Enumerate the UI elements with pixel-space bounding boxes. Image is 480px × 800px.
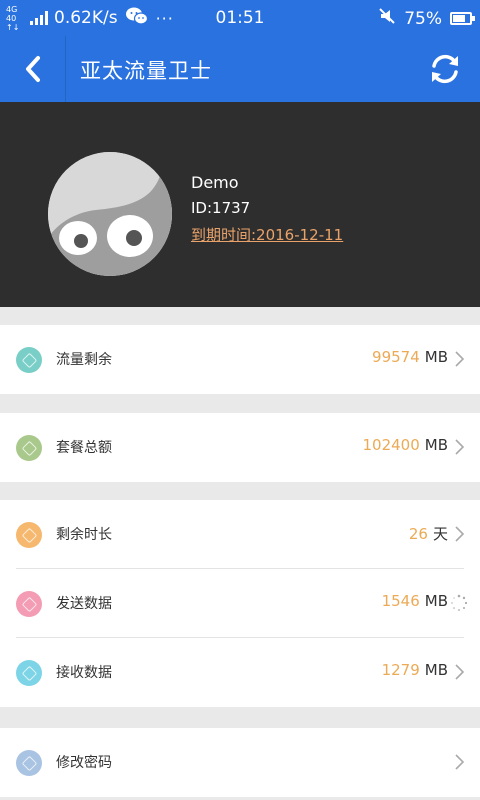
row-label: 接收数据 (56, 665, 112, 681)
card-remaining-traffic: 流量剩余 99574 MB (0, 325, 480, 394)
row-label: 剩余时长 (56, 527, 112, 543)
chevron-right-icon (455, 351, 465, 367)
row-label: 发送数据 (56, 596, 112, 612)
time-icon (16, 522, 42, 548)
refresh-icon (432, 54, 458, 84)
list-item[interactable]: 修改密码 (0, 728, 480, 797)
card-package-total: 套餐总额 102400 MB (0, 413, 480, 482)
expire-date-link[interactable]: 到期时间:2016-12-11 (191, 224, 343, 245)
status-bar: 4G 40 ↑↓ 0.62K/s ··· 01:51 75% (0, 0, 480, 36)
card-change-password: 修改密码 (0, 728, 480, 797)
chevron-left-icon (25, 56, 40, 82)
row-value: 26 天 (408, 525, 448, 543)
chevron-right-icon (455, 664, 465, 680)
battery-percent: 75% (404, 8, 442, 29)
app-header: 亚太流量卫士 (0, 36, 480, 102)
avatar[interactable] (48, 152, 172, 276)
traffic-icon (16, 347, 42, 373)
user-name: Demo (191, 173, 239, 192)
mute-icon (378, 7, 396, 30)
row-label: 套餐总额 (56, 440, 112, 456)
page-title: 亚太流量卫士 (80, 59, 212, 83)
row-label: 流量剩余 (56, 352, 112, 368)
list-item[interactable]: 接收数据 1279 MB (0, 638, 480, 707)
profile-panel: Demo ID:1737 到期时间:2016-12-11 (0, 102, 480, 307)
lock-icon (16, 750, 42, 776)
user-id: ID:1737 (191, 199, 251, 217)
list-item[interactable]: 发送数据 1546 MB (0, 569, 480, 638)
upload-icon (16, 591, 42, 617)
refresh-button[interactable] (424, 48, 466, 90)
row-value: 99574 MB (372, 348, 448, 366)
default-avatar-icon (48, 152, 172, 276)
download-icon (16, 660, 42, 686)
battery-icon (450, 12, 475, 25)
row-value: 102400 MB (362, 436, 449, 454)
row-label: 修改密码 (56, 755, 112, 771)
card-usage-details: 剩余时长 26 天 发送数据 1546 MB 接收数据 1279 MB (0, 500, 480, 707)
list-item[interactable]: 套餐总额 102400 MB (0, 413, 480, 482)
row-value: 1279 MB (381, 661, 448, 679)
loading-spinner-icon (451, 594, 468, 611)
chevron-right-icon (455, 526, 465, 542)
back-button[interactable] (0, 36, 66, 102)
chevron-right-icon (455, 439, 465, 455)
list-item[interactable]: 流量剩余 99574 MB (0, 325, 480, 394)
list-item[interactable]: 剩余时长 26 天 (0, 500, 480, 569)
chevron-right-icon (455, 754, 465, 770)
package-icon (16, 435, 42, 461)
row-value: 1546 MB (381, 592, 448, 610)
